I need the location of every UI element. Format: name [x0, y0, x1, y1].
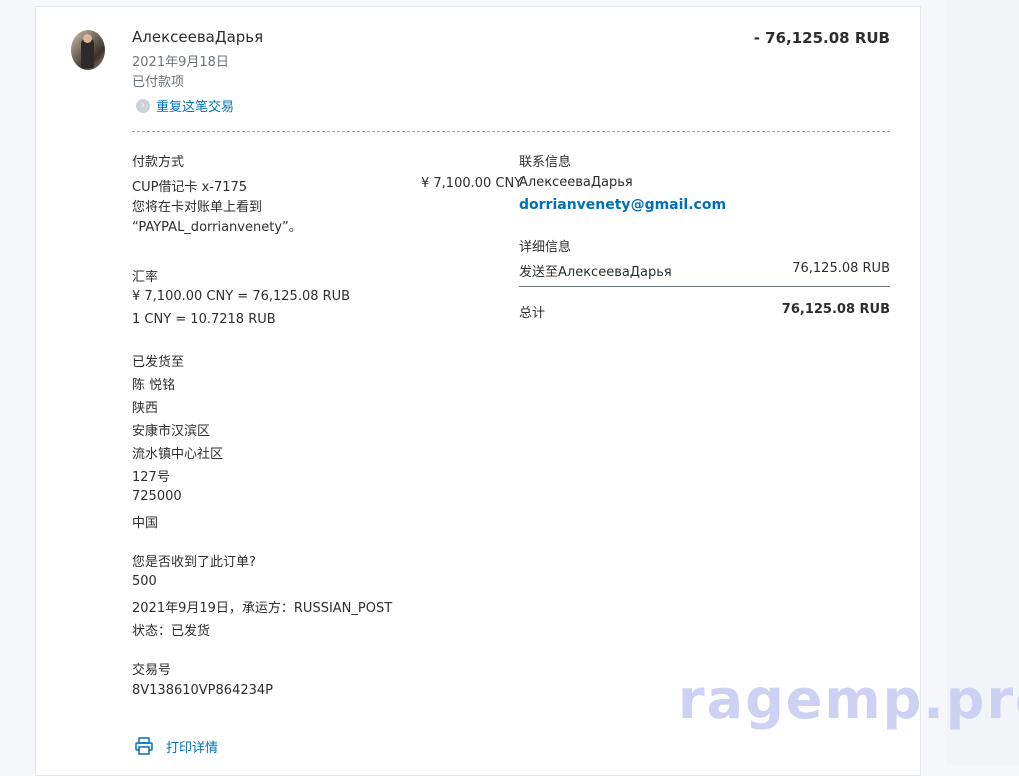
total-label: 总计 — [519, 306, 546, 321]
repeat-transaction-link[interactable]: › 重复这笔交易 — [136, 96, 234, 115]
order-line: 500 — [132, 574, 157, 589]
watermark: ragemp.pro — [678, 668, 1019, 731]
statement-note-line1: 您将在卡对账单上看到 — [132, 200, 263, 215]
order-line: 2021年9月19日，承运方：RUSSIAN_POST — [132, 601, 393, 616]
right-panel — [947, 0, 1019, 765]
shipping-heading: 已发货至 — [132, 355, 185, 370]
recipient-name: АлексееваДарья — [132, 28, 264, 46]
contact-heading: 联系信息 — [519, 155, 572, 170]
chevron-right-circle-icon: › — [136, 98, 150, 113]
payment-method-heading: 付款方式 — [132, 155, 185, 170]
exchange-rate-heading: 汇率 — [132, 270, 159, 285]
sent-to-value: 76,125.08 RUB — [792, 261, 890, 276]
transaction-date: 2021年9月18日 — [132, 55, 229, 70]
order-question: 您是否收到了此订单? — [132, 555, 256, 570]
print-details-link[interactable]: 打印详情 — [134, 736, 218, 756]
shipping-line: 流水镇中心社区 — [132, 447, 224, 462]
shipping-line: 127号 — [132, 470, 170, 485]
payment-card-amount: ¥ 7,100.00 CNY — [421, 176, 523, 191]
total-value: 76,125.08 RUB — [781, 302, 890, 317]
exchange-rate-line1: ¥ 7,100.00 CNY = 76,125.08 RUB — [132, 289, 351, 304]
shipping-line: 陕西 — [132, 401, 159, 416]
details-heading: 详细信息 — [519, 240, 572, 255]
payment-status: 已付款项 — [132, 75, 185, 90]
transaction-amount: - 76,125.08 RUB — [753, 29, 890, 47]
shipping-line: 安康市汉滨区 — [132, 424, 211, 439]
contact-name: АлексееваДарья — [519, 175, 633, 190]
printer-icon — [135, 737, 153, 755]
repeat-transaction-label: 重复这笔交易 — [156, 100, 235, 115]
sent-to-label: 发送至АлексееваДарья — [519, 265, 672, 280]
statement-note-line2: “PAYPAL_dorrianvenety”。 — [132, 220, 302, 235]
shipping-line: 725000 — [132, 489, 182, 504]
shipping-line: 陈 悦铭 — [132, 378, 176, 393]
contact-email-link[interactable]: dorrianvenety@gmail.com — [519, 197, 726, 213]
dashed-divider — [132, 131, 890, 132]
print-details-label: 打印详情 — [166, 740, 219, 756]
exchange-rate-line2: 1 CNY = 10.7218 RUB — [132, 312, 276, 327]
transaction-id: 8V138610VP864234P — [132, 683, 273, 698]
avatar — [71, 30, 105, 70]
transaction-id-heading: 交易号 — [132, 663, 172, 678]
payment-card: CUP借记卡 x-7175 — [132, 180, 248, 195]
order-status: 状态：已发货 — [132, 624, 211, 639]
shipping-line: 中国 — [132, 516, 159, 531]
details-divider — [519, 286, 890, 287]
